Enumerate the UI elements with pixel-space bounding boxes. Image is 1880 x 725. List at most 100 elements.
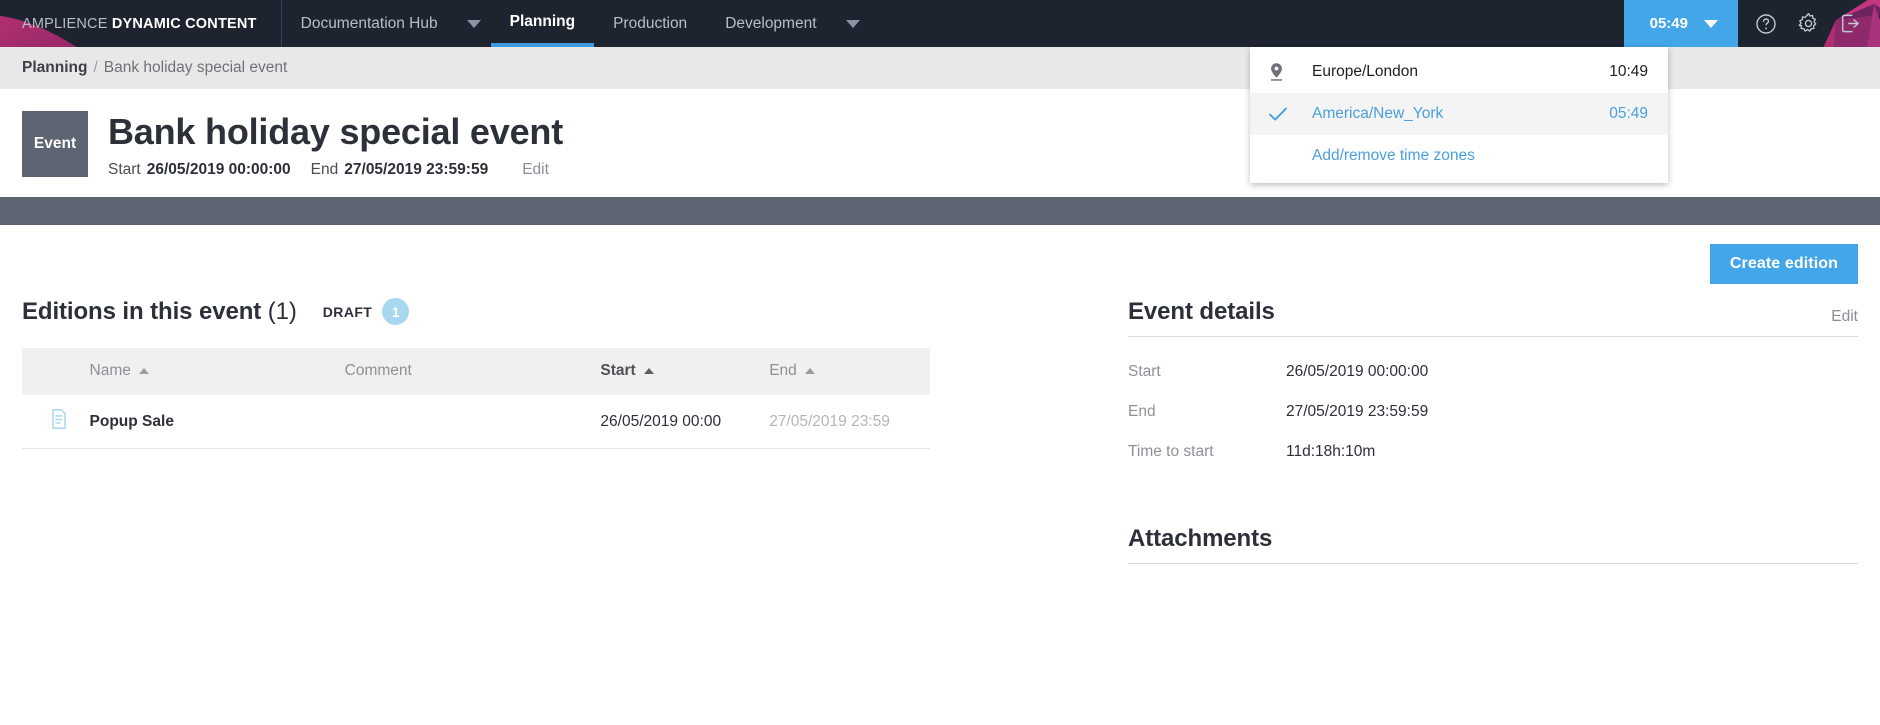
toolbar-row: Create edition: [22, 225, 1858, 284]
detail-value: 11d:18h:10m: [1286, 442, 1376, 460]
event-date-range: Start 26/05/2019 00:00:00 End 27/05/2019…: [108, 161, 563, 179]
end-label: End: [310, 160, 339, 178]
timezone-option-europe-london[interactable]: Europe/London 10:49: [1250, 51, 1668, 93]
editions-section-title: Editions in this event (1): [22, 298, 297, 326]
draft-status-badge: 1: [382, 298, 410, 326]
nav-item-production[interactable]: Production: [594, 0, 706, 47]
column-header-end[interactable]: End: [761, 348, 930, 395]
content-columns: Editions in this event (1) DRAFT 1 Name: [22, 298, 1858, 564]
breadcrumb-separator: /: [93, 59, 98, 76]
gear-icon[interactable]: [1796, 12, 1820, 36]
edit-event-details-link[interactable]: Edit: [1831, 308, 1858, 326]
details-column: Event details Edit Start 26/05/2019 00:0…: [1128, 298, 1858, 564]
attachments-title: Attachments: [1128, 524, 1273, 552]
nav-caret-development[interactable]: [836, 0, 870, 47]
detail-label: Start: [1128, 362, 1161, 380]
timezone-name: Europe/London: [1312, 63, 1419, 80]
detail-value: 26/05/2019 00:00:00: [1286, 362, 1429, 380]
main-content: Create edition Editions in this event (1…: [0, 225, 1880, 685]
event-type-badge-label: Event: [33, 135, 77, 152]
start-label: Start: [108, 160, 141, 178]
topbar-icon-group: [1738, 0, 1880, 47]
editions-table: Name Comment Start End Popup Sale 26/05/…: [22, 347, 930, 450]
sort-ascending-icon: [138, 368, 149, 375]
edition-icon-cell: [22, 395, 82, 449]
edition-end-cell: 27/05/2019 23:59: [769, 412, 890, 430]
add-remove-timezones-label: Add/remove time zones: [1312, 147, 1475, 164]
nav-label: Production: [613, 14, 688, 32]
nav-item-documentation-hub[interactable]: Documentation Hub: [282, 0, 457, 47]
chevron-down-icon: [466, 19, 481, 28]
brand-logo[interactable]: AMPLIENCE DYNAMIC CONTENT: [0, 0, 282, 47]
sort-ascending-icon: [804, 368, 815, 375]
editions-header-row: Name Comment Start End: [22, 347, 930, 395]
timezone-name: America/New_York: [1312, 105, 1444, 122]
draft-status-filter[interactable]: DRAFT 1: [322, 298, 410, 326]
event-details-divider: [1128, 335, 1858, 337]
sort-ascending-icon: [643, 368, 654, 375]
column-header-name[interactable]: Name: [82, 348, 337, 395]
chevron-down-icon: [1704, 19, 1718, 28]
attachments-section: Attachments: [1128, 525, 1858, 564]
detail-row-start: Start 26/05/2019 00:00:00: [1128, 363, 1858, 381]
nav-item-planning[interactable]: Planning: [490, 0, 595, 47]
current-time-label: 05:49: [1649, 15, 1688, 32]
edition-comment-cell: [337, 395, 593, 449]
editions-table-body: Popup Sale 26/05/2019 00:00 27/05/2019 2…: [22, 395, 930, 449]
document-icon: [50, 409, 68, 434]
editions-column: Editions in this event (1) DRAFT 1 Name: [22, 298, 930, 564]
event-details-title: Event details: [1128, 297, 1275, 325]
editions-table-head: Name Comment Start End: [22, 347, 930, 395]
detail-row-time-to-start: Time to start 11d:18h:10m: [1128, 443, 1858, 461]
chevron-down-icon: [845, 19, 860, 28]
help-icon[interactable]: [1754, 12, 1778, 36]
detail-label: Time to start: [1128, 442, 1214, 460]
timezone-time: 10:49: [1609, 63, 1648, 80]
edit-event-dates-link[interactable]: Edit: [522, 161, 549, 179]
editions-section-header: Editions in this event (1) DRAFT 1: [22, 298, 930, 326]
event-type-badge: Event: [22, 111, 88, 177]
column-header-end-label: End: [769, 362, 797, 380]
logout-icon[interactable]: [1838, 12, 1862, 36]
end-value: 27/05/2019 23:59:59: [344, 160, 489, 178]
brand-name-bold: DYNAMIC CONTENT: [111, 15, 257, 32]
check-icon: [1268, 106, 1312, 122]
event-details-header: Event details Edit: [1128, 298, 1858, 336]
column-header-start-label: Start: [600, 362, 636, 380]
detail-row-end: End 27/05/2019 23:59:59: [1128, 403, 1858, 421]
column-header-comment-label: Comment: [344, 362, 412, 380]
breadcrumb-current: Bank holiday special event: [103, 59, 288, 76]
column-header-name-label: Name: [89, 362, 131, 380]
timezone-time: 05:49: [1609, 105, 1648, 122]
timezone-dropdown-panel: Europe/London 10:49 America/New_York 05:…: [1250, 47, 1668, 183]
create-edition-button[interactable]: Create edition: [1709, 243, 1858, 284]
editions-title-text: Editions in this event: [22, 297, 262, 325]
edition-start-cell: 26/05/2019 00:00: [600, 412, 722, 430]
nav-label: Development: [725, 14, 817, 32]
detail-label: End: [1128, 402, 1156, 420]
start-value: 26/05/2019 00:00:00: [146, 160, 291, 178]
detail-value: 27/05/2019 23:59:59: [1286, 402, 1429, 420]
column-header-comment[interactable]: Comment: [337, 348, 593, 395]
top-navigation-bar: AMPLIENCE DYNAMIC CONTENT Documentation …: [0, 0, 1880, 47]
draft-status-label: DRAFT: [322, 303, 373, 320]
section-divider-bar: [0, 196, 1880, 225]
nav-caret-documentation-hub[interactable]: [457, 0, 491, 47]
editions-count: (1): [267, 297, 297, 325]
column-gap: [930, 298, 1128, 564]
column-header-start[interactable]: Start: [592, 348, 761, 395]
brand-name-light: AMPLIENCE: [22, 15, 108, 32]
attachments-divider: [1128, 562, 1858, 564]
attachments-header: Attachments: [1128, 525, 1858, 563]
page-header-text: Bank holiday special event Start 26/05/2…: [108, 111, 563, 179]
table-row[interactable]: Popup Sale 26/05/2019 00:00 27/05/2019 2…: [22, 395, 930, 449]
timezone-option-america-new-york[interactable]: America/New_York 05:49: [1250, 93, 1668, 135]
nav-item-development[interactable]: Development: [706, 0, 835, 47]
breadcrumb-link-planning[interactable]: Planning: [22, 59, 87, 77]
add-remove-timezones-action[interactable]: Add/remove time zones: [1250, 135, 1668, 177]
page-title: Bank holiday special event: [108, 111, 563, 152]
nav-label: Planning: [509, 12, 576, 30]
edition-name-cell: Popup Sale: [89, 412, 174, 430]
timezone-clock-button[interactable]: 05:49: [1623, 0, 1738, 47]
